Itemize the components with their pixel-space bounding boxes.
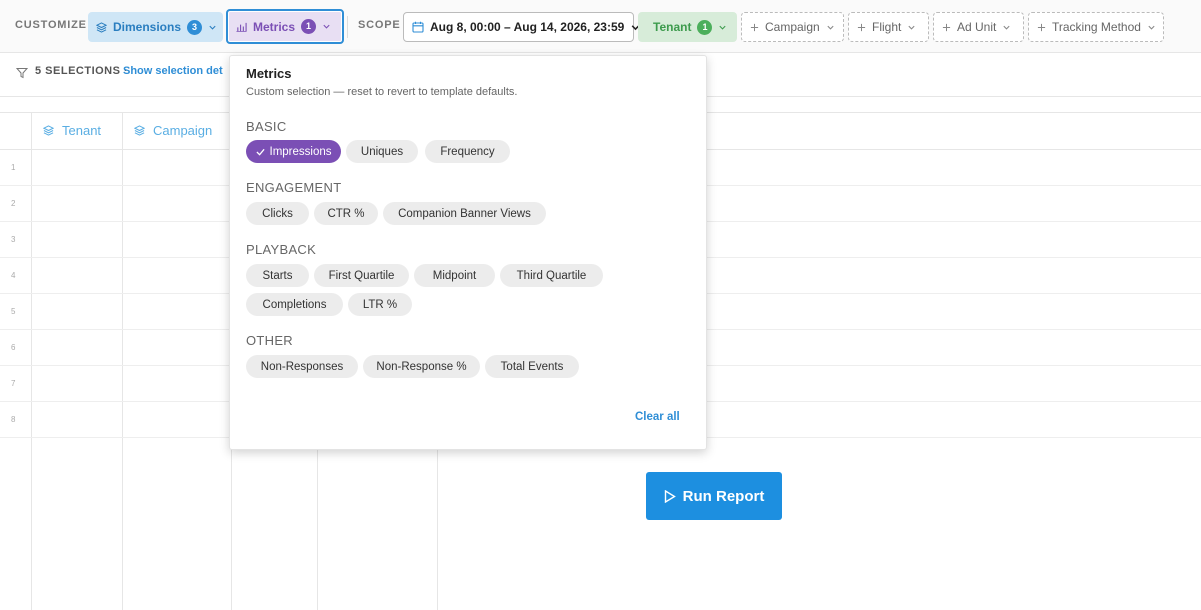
date-range-picker[interactable]: Aug 8, 00:00 – Aug 14, 2026, 23:59 [403,12,640,42]
chip-label: CTR % [327,207,365,220]
row-number: 6 [11,343,16,352]
chip-label: Non-Responses [260,360,344,373]
metrics-count-badge: 1 [301,19,317,34]
layers-icon [134,125,145,136]
metrics-dropdown-panel: Metrics Custom selection — reset to reve… [229,55,707,450]
report-toolbar: CUSTOMIZE Dimensions 3 Metrics 1 SCOPE A… [0,0,1201,53]
chip-label: Frequency [440,145,495,158]
chip-label: Impressions [269,145,332,158]
chip-ltr[interactable]: LTR % [348,293,412,316]
chip-completions[interactable]: Completions [246,293,343,316]
chip-label: Clicks [262,207,293,220]
section-heading-playback: PLAYBACK [246,242,317,257]
customize-label: CUSTOMIZE [15,19,87,31]
show-selection-details-link[interactable]: Show selection det [123,65,223,77]
row-number: 1 [11,163,16,172]
chevron-down-icon [1002,23,1011,32]
chip-impressions[interactable]: Impressions [246,140,341,163]
scope-label: SCOPE [358,19,401,31]
tenant-count-badge: 1 [697,19,713,35]
chip-label: Total Events [500,360,564,373]
add-tracking-method-filter[interactable]: Tracking Method [1028,12,1164,42]
chip-midpoint[interactable]: Midpoint [414,264,495,287]
chevron-down-icon [322,22,331,31]
chevron-down-icon [826,23,835,32]
chip-ctr[interactable]: CTR % [314,202,378,225]
dimensions-count-badge: 3 [187,19,203,35]
metrics-label: Metrics [253,19,296,34]
chevron-down-icon [907,23,916,32]
clear-all-link[interactable]: Clear all [635,411,680,423]
panel-subtitle: Custom selection — reset to revert to te… [246,86,518,98]
chevron-down-icon [718,23,727,32]
chip-third-quartile[interactable]: Third Quartile [500,264,603,287]
chip-label: Third Quartile [516,269,587,282]
section-heading-basic: BASIC [246,119,287,134]
layers-icon [43,125,54,136]
chip-non-response-percent[interactable]: Non-Response % [363,355,480,378]
chevron-down-icon [208,23,217,32]
section-heading-engagement: ENGAGEMENT [246,180,342,195]
toolbar-divider [347,16,348,38]
row-number: 7 [11,379,16,388]
tenant-filter-button[interactable]: Tenant 1 [638,12,737,42]
column-header-label: Tenant [62,123,102,138]
row-number: 3 [11,235,16,244]
chip-label: Starts [262,269,293,282]
chip-companion-banner-views[interactable]: Companion Banner Views [383,202,546,225]
plus-icon [750,23,759,32]
add-flight-filter[interactable]: Flight [848,12,929,42]
add-ad-unit-filter[interactable]: Ad Unit [933,12,1024,42]
selection-count: 5 SELECTIONS · [35,65,129,77]
chip-label: First Quartile [328,269,395,282]
column-header-label: Campaign [153,123,213,138]
chip-non-responses[interactable]: Non-Responses [246,355,358,378]
chip-first-quartile[interactable]: First Quartile [314,264,409,287]
chip-frequency[interactable]: Frequency [425,140,510,163]
date-range-value: Aug 8, 00:00 – Aug 14, 2026, 23:59 [430,20,625,34]
row-number: 4 [11,271,16,280]
chip-label: Completions [262,298,327,311]
chip-label: Uniques [360,145,404,158]
ad-unit-filter-label: Ad Unit [957,20,997,34]
tenant-label: Tenant [653,20,692,34]
run-report-label: Run Report [682,487,765,505]
dimensions-button[interactable]: Dimensions 3 [88,12,223,42]
chip-label: Companion Banner Views [398,207,531,220]
column-header-tenant[interactable]: Tenant [43,123,101,138]
flight-filter-label: Flight [872,20,902,34]
chip-uniques[interactable]: Uniques [346,140,418,163]
row-number: 5 [11,307,16,316]
tracking-method-filter-label: Tracking Method [1052,20,1141,34]
run-report-button[interactable]: Run Report [646,472,782,520]
grid-column-divider [31,112,32,610]
chip-total-events[interactable]: Total Events [485,355,579,378]
row-number: 8 [11,415,16,424]
dimensions-label: Dimensions [113,20,182,34]
calendar-icon [412,21,424,33]
row-number: 2 [11,199,16,208]
campaign-filter-label: Campaign [765,20,820,34]
plus-icon [942,23,951,32]
plus-icon [1037,23,1046,32]
plus-icon [857,23,866,32]
column-header-campaign[interactable]: Campaign [134,123,212,138]
chip-clicks[interactable]: Clicks [246,202,309,225]
grid-column-divider [122,112,123,610]
add-campaign-filter[interactable]: Campaign [741,12,844,42]
check-icon [255,148,265,156]
section-heading-other: OTHER [246,333,293,348]
chevron-down-icon [1147,23,1156,32]
metrics-button[interactable]: Metrics 1 [226,9,344,44]
bar-chart-icon [236,21,247,32]
play-icon [664,489,676,503]
layers-icon [96,21,107,33]
chip-label: Midpoint [432,269,477,282]
chip-label: LTR % [362,298,398,311]
chip-label: Non-Response % [376,360,467,373]
chip-starts[interactable]: Starts [246,264,309,287]
panel-title: Metrics [246,66,292,81]
filter-icon [15,66,29,84]
